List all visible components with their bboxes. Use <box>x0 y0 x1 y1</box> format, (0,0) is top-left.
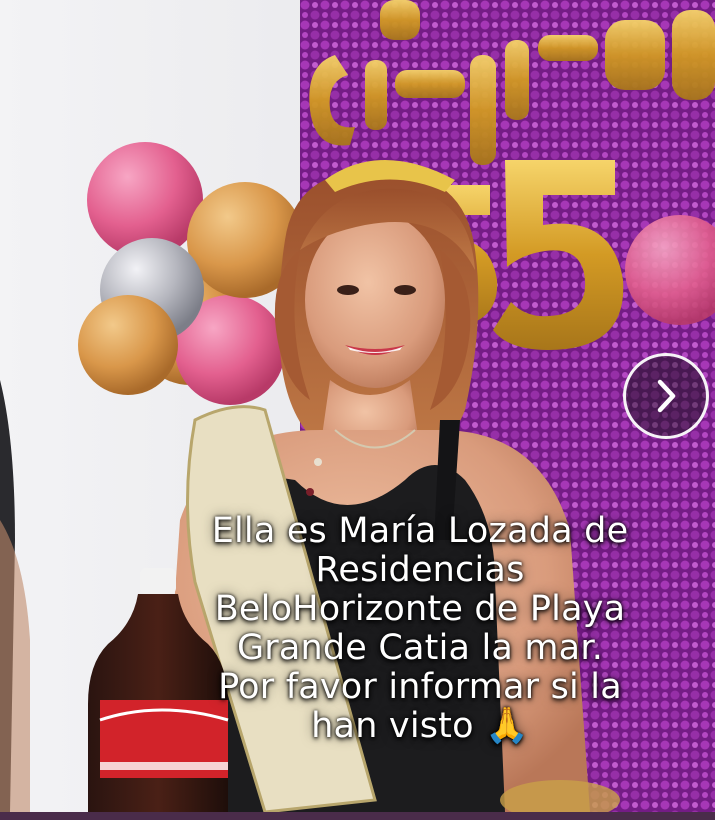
chevron-right-icon <box>651 376 681 416</box>
post-caption: Ella es María Lozada de Residencias Belo… <box>150 512 690 746</box>
caption-line: Por favor informar si la <box>218 667 622 707</box>
next-button[interactable] <box>623 353 709 439</box>
bottom-divider <box>0 812 715 820</box>
caption-line: Residencias <box>315 550 525 590</box>
caption-line: han visto 🙏 <box>311 706 529 746</box>
caption-line: BeloHorizonte de Playa <box>214 589 626 629</box>
caption-line: Grande Catia la mar. <box>236 628 604 668</box>
caption-line: Ella es María Lozada de <box>211 511 629 551</box>
post-viewer: Ella es María Lozada de Residencias Belo… <box>0 0 715 812</box>
